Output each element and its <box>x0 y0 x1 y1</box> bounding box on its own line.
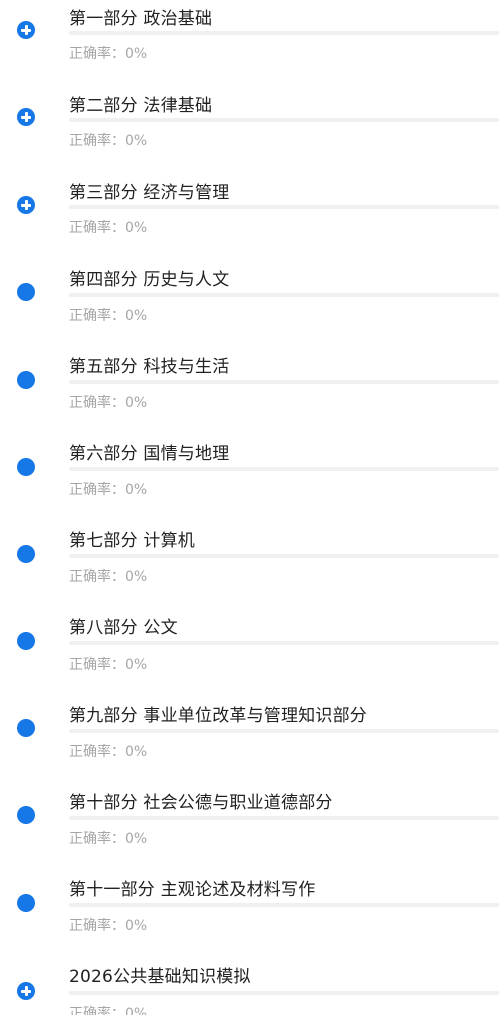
plus-circle-icon[interactable] <box>17 21 35 39</box>
section-item[interactable]: 第十部分 社会公德与职业道德部分 正确率：0% <box>0 785 499 872</box>
dot-icon <box>17 283 35 301</box>
section-item[interactable]: 第五部分 科技与生活 正确率：0% <box>0 349 499 436</box>
dot-icon <box>17 545 35 563</box>
section-item[interactable]: 第二部分 法律基础 正确率：0% <box>0 87 499 174</box>
section-title[interactable]: 第三部分 经济与管理 <box>69 178 229 203</box>
section-title[interactable]: 第九部分 事业单位改革与管理知识部分 <box>69 701 367 726</box>
section-item[interactable]: 第十一部分 主观论述及材料写作 正确率：0% <box>0 872 499 959</box>
progress-bar <box>69 729 499 733</box>
section-title[interactable]: 第一部分 政治基础 <box>69 4 212 29</box>
section-title[interactable]: 第六部分 国情与地理 <box>69 439 229 464</box>
section-list: 第一部分 政治基础 正确率：0% 第二部分 法律基础 正确率：0% 第三部分 经… <box>0 0 499 1015</box>
accuracy-text: 正确率：0% <box>69 1006 148 1015</box>
dot-icon <box>17 371 35 389</box>
plus-circle-icon[interactable] <box>17 196 35 214</box>
progress-bar <box>69 991 499 995</box>
progress-bar <box>69 641 499 645</box>
section-title[interactable]: 第五部分 科技与生活 <box>69 352 229 377</box>
dot-icon <box>17 632 35 650</box>
section-item[interactable]: 第九部分 事业单位改革与管理知识部分 正确率：0% <box>0 698 499 785</box>
section-item[interactable]: 第三部分 经济与管理 正确率：0% <box>0 174 499 261</box>
section-title[interactable]: 第八部分 公文 <box>69 613 178 638</box>
dot-icon <box>17 894 35 912</box>
section-title[interactable]: 第二部分 法律基础 <box>69 91 212 116</box>
accuracy-text: 正确率：0% <box>69 220 148 236</box>
dot-icon <box>17 458 35 476</box>
section-item[interactable]: 2026公共基础知识模拟 正确率：0% <box>0 959 499 1015</box>
accuracy-text: 正确率：0% <box>69 657 148 673</box>
plus-circle-icon[interactable] <box>17 108 35 126</box>
progress-bar <box>69 816 499 820</box>
section-item[interactable]: 第八部分 公文 正确率：0% <box>0 610 499 697</box>
section-title[interactable]: 第七部分 计算机 <box>69 526 195 551</box>
accuracy-text: 正确率：0% <box>69 918 148 934</box>
progress-bar <box>69 554 499 558</box>
section-title[interactable]: 第十部分 社会公德与职业道德部分 <box>69 788 333 813</box>
section-title[interactable]: 第十一部分 主观论述及材料写作 <box>69 875 315 900</box>
accuracy-text: 正确率：0% <box>69 569 148 585</box>
section-title[interactable]: 第四部分 历史与人文 <box>69 265 229 290</box>
accuracy-text: 正确率：0% <box>69 831 148 847</box>
accuracy-text: 正确率：0% <box>69 744 148 760</box>
progress-bar <box>69 380 499 384</box>
section-item[interactable]: 第一部分 政治基础 正确率：0% <box>0 0 499 87</box>
section-item[interactable]: 第七部分 计算机 正确率：0% <box>0 523 499 610</box>
dot-icon <box>17 806 35 824</box>
progress-bar <box>69 118 499 122</box>
section-title[interactable]: 2026公共基础知识模拟 <box>69 962 251 987</box>
accuracy-text: 正确率：0% <box>69 308 148 324</box>
progress-bar <box>69 293 499 297</box>
accuracy-text: 正确率：0% <box>69 133 148 149</box>
accuracy-text: 正确率：0% <box>69 395 148 411</box>
progress-bar <box>69 31 499 35</box>
progress-bar <box>69 205 499 209</box>
progress-bar <box>69 903 499 907</box>
section-item[interactable]: 第六部分 国情与地理 正确率：0% <box>0 436 499 523</box>
section-item[interactable]: 第四部分 历史与人文 正确率：0% <box>0 261 499 348</box>
accuracy-text: 正确率：0% <box>69 46 148 62</box>
accuracy-text: 正确率：0% <box>69 482 148 498</box>
progress-bar <box>69 467 499 471</box>
dot-icon <box>17 719 35 737</box>
plus-circle-icon[interactable] <box>17 982 35 1000</box>
